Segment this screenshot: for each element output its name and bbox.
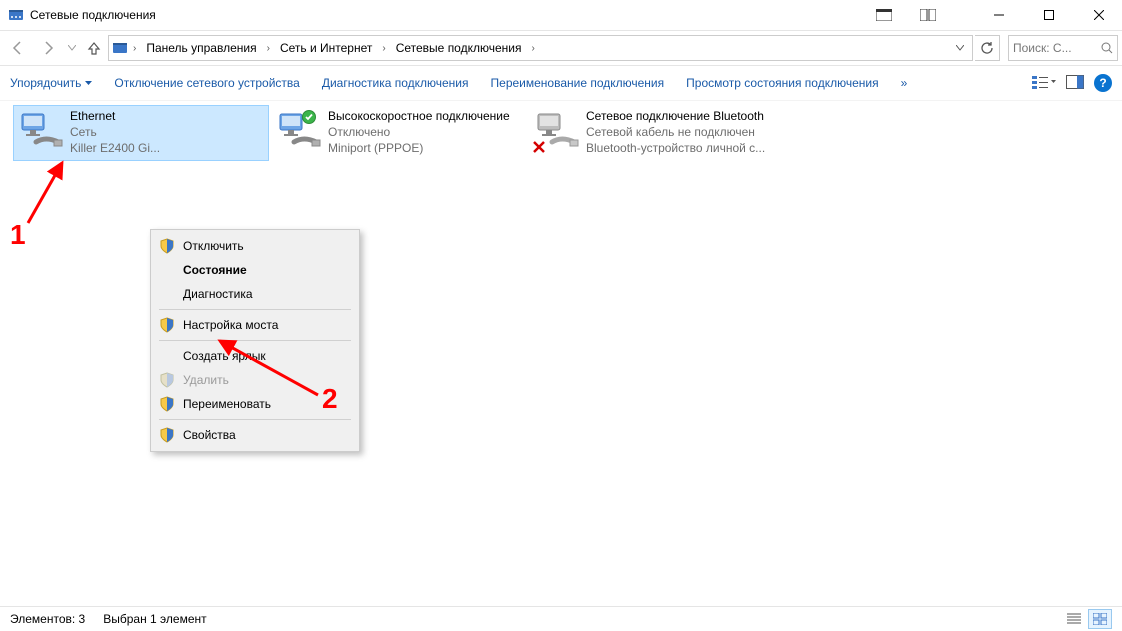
connection-device: Miniport (PPPOE) (328, 140, 510, 156)
shield-icon (159, 427, 175, 443)
connection-status: Сетевой кабель не подключен (586, 124, 765, 140)
more-commands[interactable]: » (901, 76, 908, 90)
close-button[interactable] (1076, 0, 1122, 30)
annotation-arrow-2 (208, 333, 328, 403)
network-adapter-icon (16, 108, 64, 156)
view-tiles-icon[interactable] (1088, 609, 1112, 629)
status-selected: Выбран 1 элемент (103, 612, 206, 626)
breadcrumb-item[interactable]: Панель управления (140, 36, 262, 60)
status-ok-icon (302, 110, 316, 124)
forward-button[interactable] (34, 34, 62, 62)
connection-device: Bluetooth-устройство личной с... (586, 140, 765, 156)
status-bar: Элементов: 3 Выбран 1 элемент (0, 606, 1122, 631)
minimize-button[interactable] (976, 0, 1022, 30)
view-layout-icon[interactable] (1032, 74, 1056, 93)
connection-status: Сеть (70, 124, 160, 140)
connection-title: Сетевое подключение Bluetooth (586, 108, 765, 124)
diagnose-button[interactable]: Диагностика подключения (322, 76, 469, 90)
refresh-button[interactable] (975, 35, 1000, 61)
menu-properties[interactable]: Свойства (153, 423, 357, 447)
nav-bar: › Панель управления › Сеть и Интернет › … (0, 30, 1122, 66)
window-icon (8, 7, 24, 23)
rename-button[interactable]: Переименование подключения (491, 76, 665, 90)
ribbon-toggle-1-icon[interactable] (864, 0, 904, 30)
status-count: Элементов: 3 (10, 612, 85, 626)
connection-device: Killer E2400 Gi... (70, 140, 160, 156)
connection-title: Ethernet (70, 108, 160, 124)
up-button[interactable] (82, 34, 106, 62)
view-status-button[interactable]: Просмотр состояния подключения (686, 76, 878, 90)
preview-pane-icon[interactable] (1066, 75, 1084, 92)
back-button[interactable] (4, 34, 32, 62)
chevron-right-icon[interactable]: › (129, 43, 140, 54)
chevron-right-icon[interactable]: › (527, 43, 538, 54)
menu-diagnose[interactable]: Диагностика (153, 282, 357, 306)
help-button[interactable]: ? (1094, 74, 1112, 92)
breadcrumb-item[interactable]: Сеть и Интернет (274, 36, 378, 60)
content-area: Ethernet Сеть Killer E2400 Gi... (0, 101, 1122, 599)
shield-icon (159, 372, 175, 388)
ribbon-toggle-2-icon[interactable] (908, 0, 948, 30)
search-placeholder: Поиск: С... (1013, 41, 1101, 55)
connection-status: Отключено (328, 124, 510, 140)
recent-dropdown[interactable] (64, 34, 80, 62)
organize-menu[interactable]: Упорядочить (10, 76, 92, 90)
shield-icon (159, 317, 175, 333)
breadcrumb-item[interactable]: Сетевые подключения (390, 36, 528, 60)
address-icon (111, 40, 129, 56)
address-bar[interactable]: › Панель управления › Сеть и Интернет › … (108, 35, 973, 61)
annotation-number-2: 2 (322, 383, 338, 415)
menu-disconnect[interactable]: Отключить (153, 234, 357, 258)
network-adapter-icon (274, 108, 322, 156)
chevron-right-icon[interactable]: › (378, 43, 389, 54)
search-input[interactable]: Поиск: С... (1008, 35, 1118, 61)
title-bar: Сетевые подключения (0, 0, 1122, 30)
maximize-button[interactable] (1026, 0, 1072, 30)
annotation-arrow-1 (20, 151, 80, 231)
command-bar: Упорядочить Отключение сетевого устройст… (0, 66, 1122, 101)
status-x-icon (532, 140, 546, 154)
disable-device-button[interactable]: Отключение сетевого устройства (114, 76, 299, 90)
window-title: Сетевые подключения (30, 8, 156, 22)
network-adapter-icon (532, 108, 580, 156)
view-details-icon[interactable] (1062, 609, 1086, 629)
address-dropdown[interactable] (950, 45, 970, 51)
connection-title: Высокоскоростное подключение (328, 108, 510, 124)
search-icon (1101, 42, 1113, 54)
menu-state[interactable]: Состояние (153, 258, 357, 282)
shield-icon (159, 238, 175, 254)
connection-bluetooth[interactable]: Сетевое подключение Bluetooth Сетевой ка… (530, 106, 784, 160)
annotation-number-1: 1 (10, 219, 26, 251)
shield-icon (159, 396, 175, 412)
chevron-right-icon[interactable]: › (263, 43, 274, 54)
connection-pppoe[interactable]: Высокоскоростное подключение Отключено M… (272, 106, 526, 160)
